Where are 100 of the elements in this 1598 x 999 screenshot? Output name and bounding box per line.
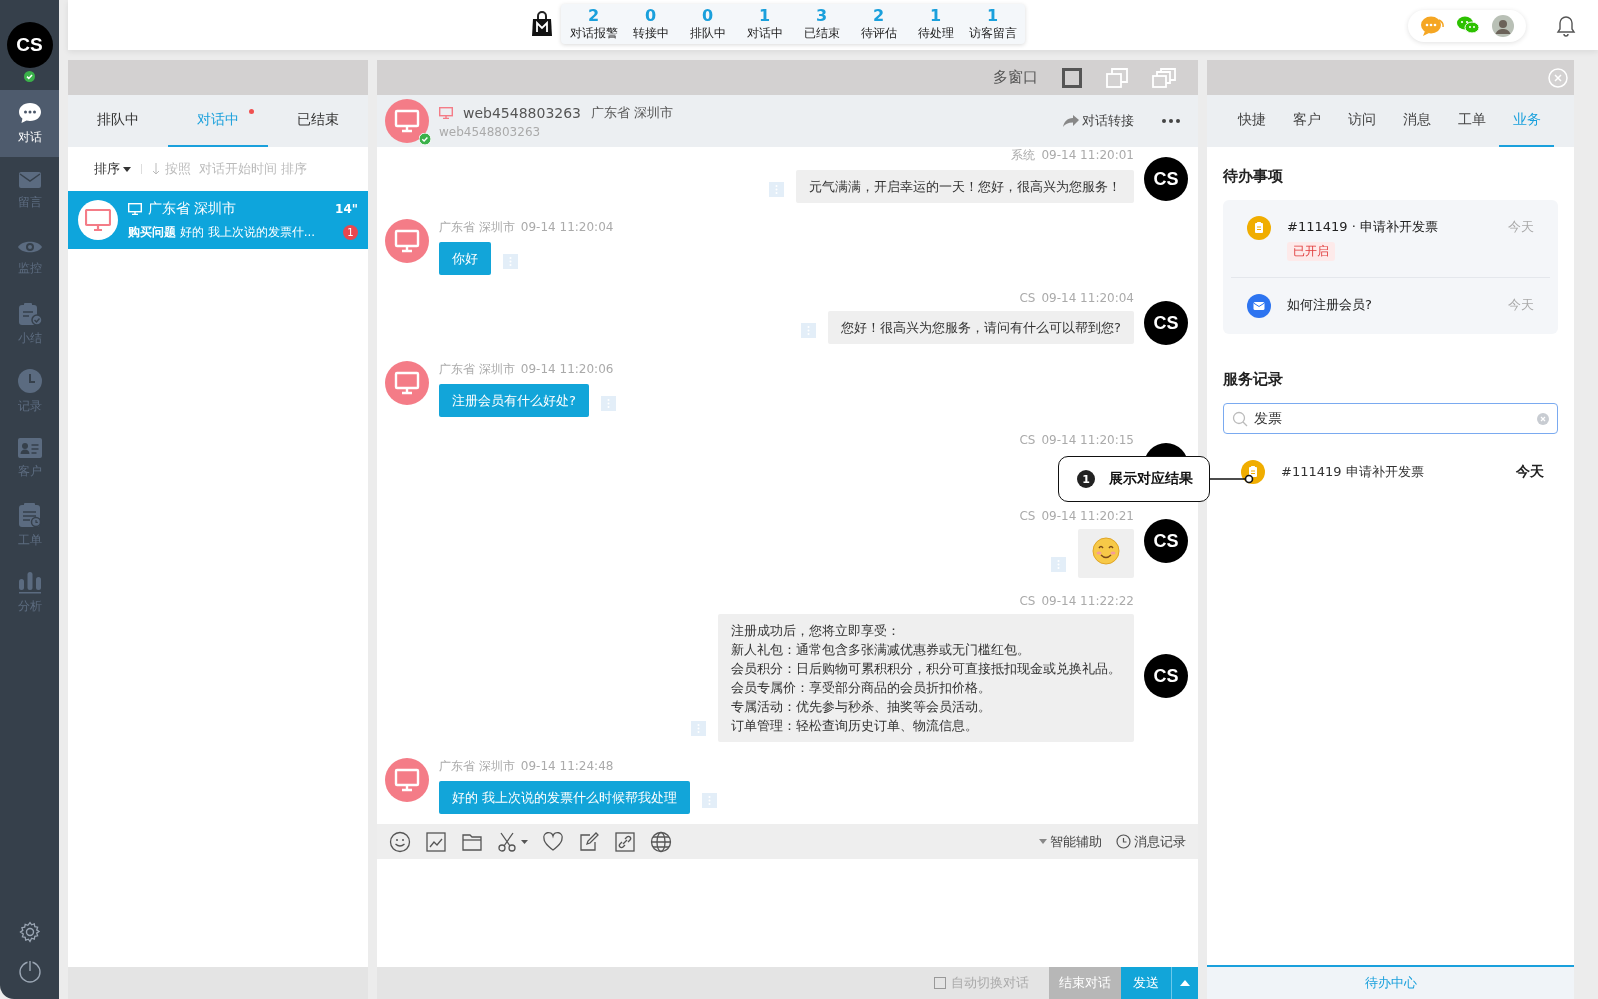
stat-label: 对话中 (746, 25, 783, 41)
tab[interactable]: 工单 (1444, 95, 1500, 147)
stat-label: 已结束 (803, 25, 840, 41)
clock-icon (1116, 834, 1131, 849)
visitor-avatar (385, 99, 429, 143)
caret-down-icon (1039, 839, 1047, 844)
message-time: 09-14 11:24:48 (520, 759, 614, 773)
link-icon[interactable] (614, 830, 636, 853)
tab[interactable]: 快捷 (1225, 95, 1280, 147)
tab[interactable]: 消息 (1389, 95, 1445, 147)
conversation-item[interactable]: 广东省 深圳市 14" 购买问题 好的 我上次说的发票什... 1 (68, 191, 368, 249)
message-bubble: 注册成功后，您将立即享受： 新人礼包：通常包含多张满减优惠券或无门槛红包。 会员积分：日后购物可累积积分，积分可直接抵扣现金或兑换礼品。 会员专属价：享受部分商品的会员折扣价格。 专属活动：优先参与秒杀、抽奖等会员活动。 订单管理：轻松查询历史订单、物流信息。 (718, 614, 1134, 742)
tab[interactable]: 排队中 (68, 95, 168, 147)
monitor-icon (128, 202, 142, 215)
assist-toggle[interactable]: 智能辅助 (1039, 832, 1102, 851)
share-arrow-icon (1062, 114, 1080, 128)
visitor-location: 广东省 深圳市 (148, 199, 238, 218)
bar-chart-icon (17, 570, 42, 594)
agent-avatar: CS (1144, 157, 1188, 201)
arrow-down-icon (152, 163, 160, 175)
stat-count: 0 (701, 7, 714, 25)
visitor-avatar (385, 219, 429, 263)
sort-dropdown[interactable]: 排序 (94, 160, 131, 178)
todo-date: 今天 (1508, 218, 1534, 236)
globe-icon[interactable] (650, 830, 672, 853)
user-avatar: CS (6, 22, 53, 68)
visitor-name: web4548803263 (463, 104, 582, 121)
stat-label: 转接中 (632, 25, 669, 41)
single-window-icon[interactable] (1062, 67, 1082, 88)
message-bubble: 好的 我上次说的发票什么时候帮我处理 (439, 781, 691, 814)
visitor-avatar (385, 758, 429, 802)
smiley-icon (1092, 537, 1120, 565)
stat-count: 1 (986, 7, 999, 25)
message-time: 09-14 11:20:06 (520, 362, 614, 376)
smiley-icon[interactable] (389, 830, 411, 853)
record-title[interactable]: #111419 申请补开发票 (1281, 463, 1500, 481)
stat-label: 对话报警 (569, 25, 618, 41)
chat-bubbles-icon[interactable] (1420, 15, 1444, 37)
cut-menu-button[interactable] (497, 830, 528, 853)
clipboard-icon (1247, 216, 1271, 240)
message-time: 09-14 11:20:01 (1041, 148, 1134, 162)
wechat-icon[interactable] (1456, 15, 1480, 35)
agent-avatar: CS (1144, 654, 1188, 698)
stat-label: 访客留言 (968, 25, 1017, 41)
tab[interactable]: 已结束 (268, 95, 368, 147)
todo-title[interactable]: #111419 · 申请补开发票 (1287, 218, 1492, 236)
note-edit-icon[interactable] (578, 830, 600, 853)
section-title: 待办事项 (1223, 167, 1284, 186)
stat-count: 2 (872, 7, 885, 25)
settings-icon[interactable] (18, 921, 41, 943)
avatar-icon[interactable] (1492, 15, 1514, 37)
monitor-icon (439, 106, 453, 119)
message-bubble: 注册会员有什么好处? (439, 384, 589, 417)
message-preview: 购买问题 好的 我上次说的发票什... (128, 223, 317, 241)
send-options-button[interactable] (1171, 967, 1198, 999)
history-button[interactable]: 消息记录 (1116, 832, 1186, 851)
message-bubble: 你好 (439, 242, 491, 275)
power-icon[interactable] (17, 959, 42, 983)
record-date: 今天 (1516, 463, 1544, 481)
message-sender: CS (1019, 509, 1036, 523)
calendar-clock-icon (17, 502, 42, 528)
visitor-avatar (385, 361, 429, 405)
stat-count: 0 (644, 7, 657, 25)
stat-count: 3 (815, 7, 828, 25)
scissors-icon[interactable] (497, 830, 519, 853)
transfer-button[interactable]: 对话转接 (1062, 112, 1134, 130)
image-icon[interactable] (425, 830, 447, 853)
message-sender: CS (1019, 291, 1036, 305)
stat-count: 1 (758, 7, 771, 25)
visitor-avatar (78, 200, 118, 240)
search-field[interactable]: 发票 (1223, 403, 1558, 434)
window-mode-label: 多窗口 (993, 68, 1038, 87)
tab[interactable]: 客户 (1279, 95, 1335, 147)
stat-count: 1 (929, 7, 942, 25)
message-time: 09-14 11:20:15 (1041, 433, 1134, 447)
message-sender: CS (1019, 433, 1036, 447)
unread-count: 1 (343, 224, 358, 240)
message-time: 09-14 11:20:21 (1041, 509, 1134, 523)
heart-icon[interactable] (542, 830, 564, 853)
envelope-icon (1247, 294, 1271, 318)
message-sender: 广东省 深圳市 (439, 220, 515, 234)
visitor-location: 广东省 深圳市 (591, 103, 674, 122)
message-time: 09-14 11:20:04 (1041, 291, 1134, 305)
todo-title[interactable]: 如何注册会员? (1287, 296, 1492, 314)
caret-down-icon (123, 166, 131, 172)
stat-label: 待评估 (860, 25, 897, 41)
tab[interactable]: 访问 (1334, 95, 1390, 147)
contact-card-icon (16, 437, 43, 459)
caret-up-icon (1180, 980, 1190, 986)
stat-count: 2 (587, 7, 600, 25)
bell-icon[interactable] (1556, 15, 1576, 37)
envelope-icon (17, 170, 42, 190)
nav-item[interactable]: 对话 (0, 90, 59, 157)
chat-bubble-icon (16, 101, 43, 125)
agent-avatar: CS (1144, 301, 1188, 345)
more-icon[interactable] (1162, 119, 1180, 123)
message-time: 09-14 11:20:04 (520, 220, 614, 234)
status-tag: 已开启 (1287, 242, 1335, 261)
message-bubble: 元气满满，开启幸运的一天！您好，很高兴为您服务！ (796, 170, 1134, 203)
message-time: 09-14 11:22:22 (1041, 594, 1134, 608)
